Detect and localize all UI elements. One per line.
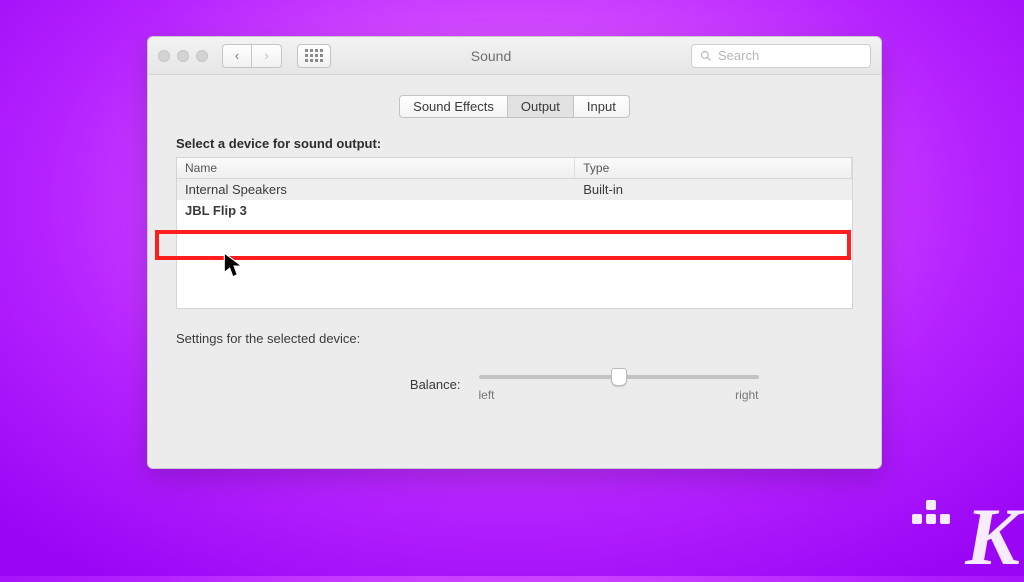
window-title: Sound <box>339 48 683 64</box>
minimize-button[interactable] <box>177 50 189 62</box>
search-field[interactable]: Search <box>691 44 871 68</box>
device-table: Name Type Internal Speakers Built-in JBL… <box>176 157 853 309</box>
search-icon <box>700 50 712 62</box>
chevron-right-icon: › <box>264 48 268 63</box>
watermark-logo: K <box>965 504 1020 570</box>
table-row[interactable]: Internal Speakers Built-in <box>177 179 852 200</box>
select-device-label: Select a device for sound output: <box>176 136 853 151</box>
device-name: JBL Flip 3 <box>177 200 575 221</box>
chevron-left-icon: ‹ <box>235 48 239 63</box>
tab-sound-effects[interactable]: Sound Effects <box>399 95 508 118</box>
col-type[interactable]: Type <box>575 158 852 178</box>
settings-label: Settings for the selected device: <box>176 331 853 346</box>
nav-group: ‹ › <box>222 44 282 68</box>
forward-button[interactable]: › <box>252 44 282 68</box>
balance-control: Balance: left right <box>176 366 853 402</box>
sound-prefs-window: ‹ › Sound Search Sound Effects Output In… <box>147 36 882 469</box>
tab-output[interactable]: Output <box>508 95 574 118</box>
zoom-button[interactable] <box>196 50 208 62</box>
balance-slider[interactable] <box>479 375 759 379</box>
close-button[interactable] <box>158 50 170 62</box>
balance-left-label: left <box>479 388 495 402</box>
col-name[interactable]: Name <box>177 158 575 178</box>
table-header: Name Type <box>177 158 852 179</box>
grid-icon <box>305 49 323 62</box>
window-controls <box>158 50 208 62</box>
device-type: Built-in <box>575 179 852 200</box>
back-button[interactable]: ‹ <box>222 44 252 68</box>
device-type <box>575 200 852 221</box>
show-all-button[interactable] <box>297 44 331 68</box>
tab-bar: Sound Effects Output Input <box>399 95 630 118</box>
search-placeholder: Search <box>718 48 759 63</box>
slider-labels: left right <box>479 388 759 402</box>
balance-label: Balance: <box>271 377 461 392</box>
table-row[interactable]: JBL Flip 3 <box>177 200 852 221</box>
titlebar: ‹ › Sound Search <box>148 37 881 75</box>
device-name: Internal Speakers <box>177 179 575 200</box>
content: Sound Effects Output Input Select a devi… <box>148 75 881 468</box>
balance-right-label: right <box>735 388 758 402</box>
tab-input[interactable]: Input <box>574 95 630 118</box>
